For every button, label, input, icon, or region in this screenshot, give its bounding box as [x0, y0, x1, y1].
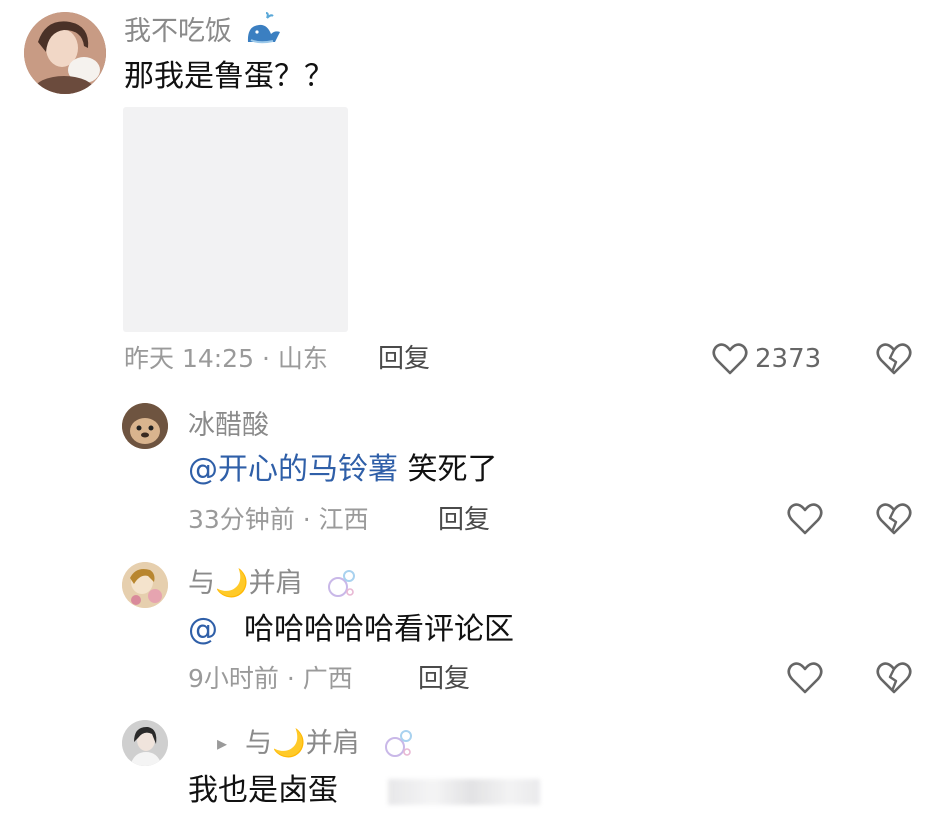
reply-arrow: ▸	[217, 731, 228, 755]
comment-username[interactable]: 我不吃饭	[124, 18, 232, 45]
bubbles-icon	[326, 568, 356, 600]
avatar[interactable]	[122, 720, 168, 766]
avatar[interactable]	[122, 562, 168, 608]
avatar-photo	[122, 562, 168, 608]
reply-username[interactable]: 与🌙并肩	[188, 570, 303, 597]
reply-text: @开心的马铃薯 笑死了	[188, 455, 498, 485]
like-count: 2373	[755, 344, 822, 374]
avatar[interactable]	[122, 403, 168, 449]
reply-button[interactable]: 回复	[378, 346, 430, 372]
avatar-photo	[24, 12, 106, 94]
reply-text: @ 哈哈哈哈哈看评论区	[188, 615, 514, 645]
heart-icon[interactable]	[712, 342, 748, 376]
reply-button[interactable]: 回复	[438, 507, 490, 533]
reply-time-location: 9小时前 · 广西	[188, 664, 353, 693]
reply-username[interactable]: 冰醋酸	[188, 412, 269, 439]
heart-icon[interactable]	[787, 502, 823, 536]
mention-link[interactable]: @	[188, 612, 218, 647]
comment-text: 那我是鲁蛋？？	[124, 59, 334, 94]
comment-time-location: 昨天 14:25 · 山东	[124, 344, 328, 373]
broken-heart-icon[interactable]	[876, 342, 912, 376]
heart-icon[interactable]	[787, 661, 823, 695]
broken-heart-icon[interactable]	[876, 661, 912, 695]
whale-icon	[245, 12, 283, 48]
blurred-content	[388, 779, 540, 805]
reply-time-location: 33分钟前 · 江西	[188, 505, 369, 534]
reply-username[interactable]: 与🌙并肩	[245, 730, 360, 757]
broken-heart-icon[interactable]	[876, 502, 912, 536]
reply-text-body: 笑死了	[398, 452, 498, 487]
avatar-photo	[122, 720, 168, 766]
reply-text: 我也是卤蛋	[188, 773, 338, 808]
reply-button[interactable]: 回复	[418, 666, 470, 692]
bubbles-icon	[383, 728, 413, 760]
comment-image[interactable]	[123, 107, 348, 332]
mention-link[interactable]: @开心的马铃薯	[188, 452, 398, 487]
avatar[interactable]	[24, 12, 106, 94]
reply-text-body: 哈哈哈哈哈看评论区	[244, 612, 514, 647]
avatar-photo	[122, 403, 168, 449]
